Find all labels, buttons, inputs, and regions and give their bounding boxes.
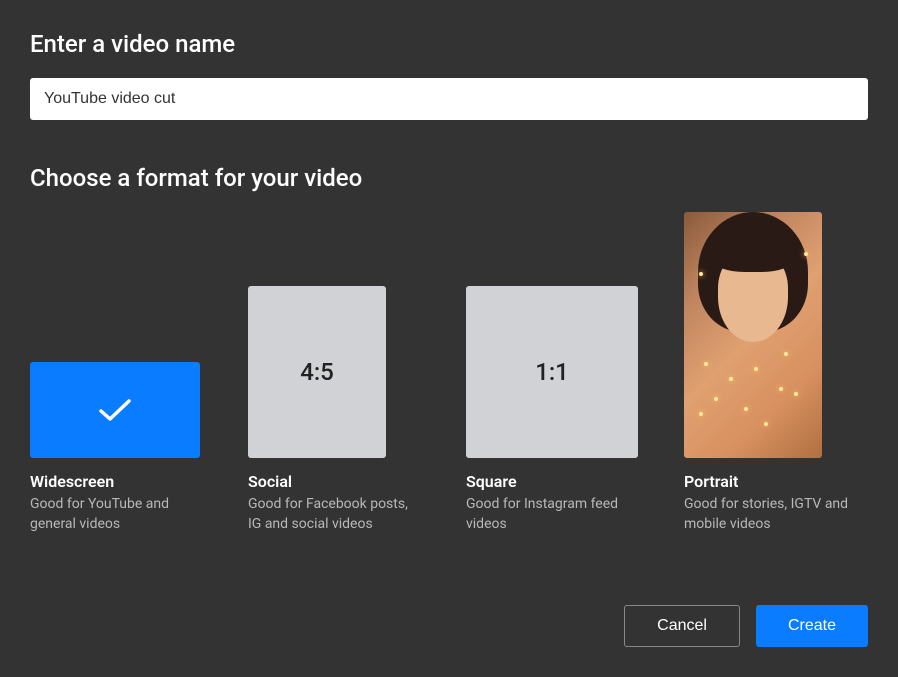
format-option-social[interactable]: 4:5 Social Good for Facebook posts, IG a… [248,286,418,534]
format-preview-social: 4:5 [248,286,386,458]
name-heading: Enter a video name [30,30,868,58]
format-title: Square [466,472,636,491]
video-name-input[interactable] [30,78,868,120]
format-desc: Good for stories, IGTV and mobile videos [684,495,854,534]
formats-row: Widescreen Good for YouTube and general … [30,212,868,534]
format-title: Widescreen [30,472,200,491]
format-option-portrait[interactable]: Portrait Good for stories, IGTV and mobi… [684,212,854,534]
format-option-square[interactable]: 1:1 Square Good for Instagram feed video… [466,286,636,534]
format-preview-portrait [684,212,822,458]
format-preview-widescreen [30,362,200,458]
format-desc: Good for Facebook posts, IG and social v… [248,495,418,534]
format-desc: Good for YouTube and general videos [30,495,200,534]
format-preview-square: 1:1 [466,286,638,458]
format-desc: Good for Instagram feed videos [466,495,636,534]
cancel-button[interactable]: Cancel [624,605,740,647]
portrait-thumbnail-image [684,212,822,458]
footer-buttons: Cancel Create [624,605,868,647]
format-title: Social [248,472,418,491]
create-button[interactable]: Create [756,605,868,647]
check-icon [95,395,135,425]
ratio-label: 1:1 [535,358,569,386]
ratio-label: 4:5 [300,358,334,386]
format-heading: Choose a format for your video [30,164,868,192]
format-title: Portrait [684,472,854,491]
format-option-widescreen[interactable]: Widescreen Good for YouTube and general … [30,362,200,534]
